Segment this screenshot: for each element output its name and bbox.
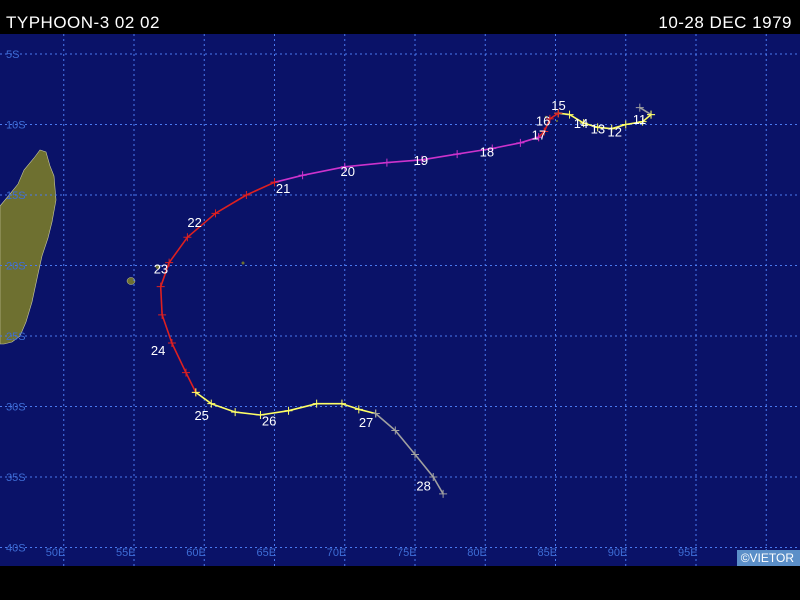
date-range: 10-28 DEC 1979	[658, 13, 792, 32]
track-segment-intense	[274, 136, 539, 184]
lat-tick-label: 15S	[6, 190, 26, 202]
lon-tick-label: 80E	[467, 547, 487, 559]
track-position-marker	[382, 158, 391, 167]
storm-track	[156, 103, 656, 498]
day-label: 15	[551, 98, 565, 113]
day-label: 24	[151, 343, 165, 358]
lat-tick-label: 25S	[6, 331, 26, 343]
day-label: 20	[341, 164, 355, 179]
day-label: 11	[633, 112, 647, 127]
lon-tick-label: 95E	[678, 547, 698, 559]
track-segment-depression	[375, 412, 444, 495]
lon-tick-label: 50E	[46, 547, 66, 559]
track-position-marker	[439, 489, 448, 498]
track-position-marker	[242, 191, 251, 199]
lat-tick-label: 40S	[6, 543, 26, 555]
lat-tick-label: 35S	[6, 472, 26, 484]
day-label: 17	[532, 127, 546, 142]
header-bar: TYPHOON-3 02 02 10-28 DEC 1979	[0, 0, 800, 34]
lon-tick-label: 85E	[538, 547, 558, 559]
graticule	[0, 34, 800, 566]
track-position-marker	[516, 138, 525, 147]
track-position-marker	[156, 282, 165, 291]
day-label: 22	[187, 215, 201, 230]
track-position-marker	[231, 408, 240, 417]
madagascar-island	[0, 149, 57, 345]
day-label: 18	[480, 144, 494, 159]
credit-badge: ©VIETOR	[736, 550, 800, 566]
track-position-marker	[565, 110, 574, 119]
track-position-marker	[453, 150, 462, 159]
lon-tick-label: 55E	[116, 547, 136, 559]
footer-bar	[0, 566, 800, 600]
lon-tick-label: 65E	[257, 547, 277, 559]
track-position-marker	[158, 310, 167, 319]
day-label: 19	[414, 153, 428, 168]
lon-tick-label: 75E	[397, 547, 417, 559]
lon-tick-label: 70E	[327, 547, 347, 559]
lon-tick-label: 90E	[608, 547, 628, 559]
track-position-marker	[635, 103, 644, 112]
lat-tick-label: 20S	[6, 261, 26, 273]
track-position-marker	[284, 406, 293, 415]
lat-tick-label: 5S	[6, 49, 19, 61]
track-position-marker	[312, 399, 321, 408]
islet-marker	[556, 120, 558, 122]
day-label: 23	[154, 261, 168, 276]
rodrigues-island	[241, 261, 245, 265]
day-label: 12	[608, 125, 622, 140]
track-segment-storm	[195, 391, 376, 416]
day-label: 14	[574, 116, 588, 131]
lat-tick-label: 30S	[6, 402, 26, 414]
lon-tick-label: 60E	[186, 547, 206, 559]
day-label: 16	[536, 113, 550, 128]
track-map: 50E 55E 60E 65E 70E 75E 80E 85E 90E 95E 5S 10S 15S 20…	[0, 34, 800, 566]
day-label: 27	[359, 415, 373, 430]
day-label: 21	[276, 181, 290, 196]
lat-tick-label: 10S	[6, 120, 26, 132]
day-label: 26	[262, 414, 276, 429]
day-label: 13	[591, 122, 605, 137]
land-layer	[0, 115, 558, 345]
track-position-marker	[298, 171, 307, 180]
day-label: 25	[194, 408, 208, 423]
track-position-marker	[621, 120, 630, 129]
map-canvas: 50E 55E 60E 65E 70E 75E 80E 85E 90E 95E 5S 10S 15S 20…	[0, 34, 800, 566]
day-label: 28	[416, 478, 430, 493]
track-position-marker	[167, 339, 176, 348]
storm-title: TYPHOON-3 02 02	[6, 13, 160, 32]
track-position-marker	[181, 368, 190, 377]
